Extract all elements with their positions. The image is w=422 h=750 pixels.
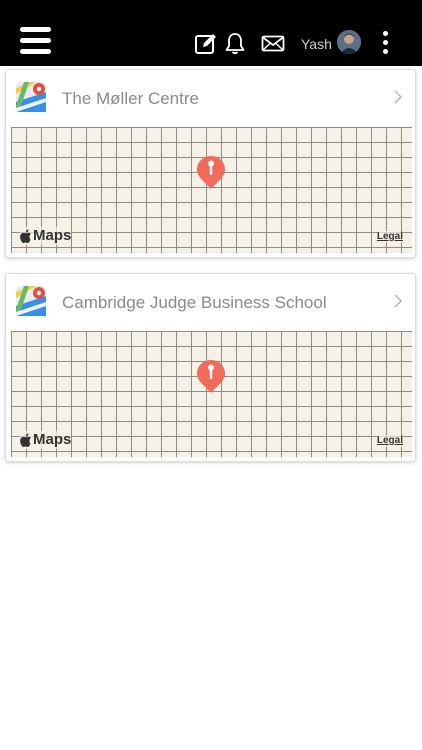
location-name: The Møller Centre xyxy=(62,89,199,108)
apple-logo-icon xyxy=(20,433,31,447)
chevron-right-icon[interactable] xyxy=(393,89,403,105)
mail-icon[interactable] xyxy=(261,32,285,56)
apple-logo-icon xyxy=(20,229,31,243)
bell-icon[interactable] xyxy=(223,31,247,55)
apple-maps-icon xyxy=(16,286,46,316)
compose-icon[interactable] xyxy=(194,32,218,56)
legal-link[interactable]: Legal xyxy=(376,435,403,447)
location-name: Cambridge Judge Business School xyxy=(62,293,327,312)
chevron-right-icon[interactable] xyxy=(393,293,403,309)
maps-attribution: Maps xyxy=(20,431,72,449)
location-card[interactable]: The Møller Centre Maps Legal xyxy=(5,69,416,258)
maps-attribution: Maps xyxy=(20,227,72,245)
legal-link[interactable]: Legal xyxy=(376,231,403,243)
maps-brand-label: Maps xyxy=(33,227,72,244)
map-pin-icon xyxy=(197,156,225,189)
avatar[interactable] xyxy=(337,30,361,54)
top-navigation-bar: Yash xyxy=(0,0,422,66)
menu-icon[interactable] xyxy=(20,27,51,56)
more-vertical-icon[interactable] xyxy=(378,31,392,55)
location-card[interactable]: Cambridge Judge Business School Maps Leg… xyxy=(5,273,416,462)
apple-maps-icon xyxy=(16,82,46,112)
map-pin-icon xyxy=(197,360,225,393)
maps-brand-label: Maps xyxy=(33,431,72,448)
username-label[interactable]: Yash xyxy=(301,35,332,53)
map-preview[interactable]: Maps Legal xyxy=(11,127,412,253)
location-card-header[interactable]: The Møller Centre xyxy=(6,70,415,127)
location-card-header[interactable]: Cambridge Judge Business School xyxy=(6,274,415,331)
map-preview[interactable]: Maps Legal xyxy=(11,331,412,457)
